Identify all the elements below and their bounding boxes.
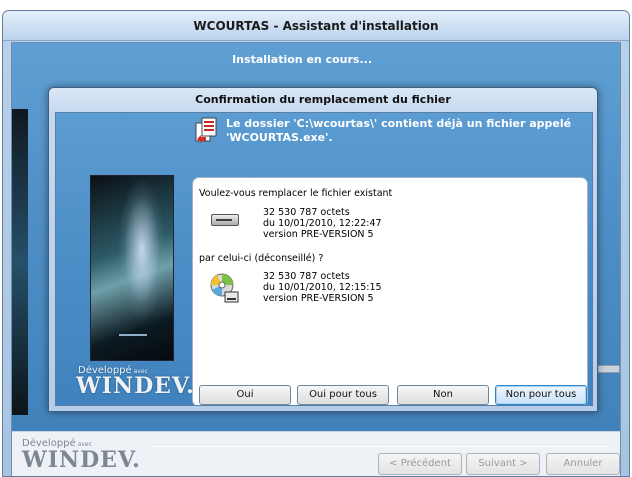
existing-file-question: Voulez-vous remplacer le fichier existan… bbox=[199, 188, 393, 199]
new-file-version: version PRE-VERSION 5 bbox=[263, 293, 374, 304]
footer-separator bbox=[152, 446, 610, 447]
existing-file-date: du 10/01/2010, 12:22:47 bbox=[263, 218, 382, 229]
replace-confirmation-dialog: Confirmation du remplacement du fichier … bbox=[48, 87, 598, 412]
existing-file-version: version PRE-VERSION 5 bbox=[263, 229, 374, 240]
installer-window-title: WCOURTAS - Assistant d'installation bbox=[3, 11, 629, 41]
installation-status: Installation en cours... bbox=[232, 53, 372, 66]
yes-to-all-button[interactable]: Oui pour tous bbox=[297, 385, 389, 405]
cancel-button[interactable]: Annuler bbox=[546, 453, 620, 475]
new-file-question: par celui-ci (déconseillé) ? bbox=[199, 253, 324, 264]
existing-file-info: 32 530 787 octets du 10/01/2010, 12:22:4… bbox=[263, 207, 382, 240]
dialog-title: Confirmation du remplacement du fichier bbox=[49, 88, 597, 112]
new-file-size: 32 530 787 octets bbox=[263, 271, 350, 282]
next-button[interactable]: Suivant > bbox=[466, 453, 540, 475]
installer-side-image bbox=[12, 109, 28, 415]
no-to-all-button[interactable]: Non pour tous bbox=[495, 385, 587, 405]
file-comparison-panel: Voulez-vous remplacer le fichier existan… bbox=[192, 177, 588, 405]
new-file-date: du 10/01/2010, 12:15:15 bbox=[263, 282, 382, 293]
dialog-message: Le dossier 'C:\wcourtas\' contient déjà … bbox=[226, 117, 572, 144]
installer-footer: Développé avec WINDEV. < Précédent Suivan… bbox=[12, 431, 620, 476]
cd-drive-icon bbox=[210, 273, 239, 303]
no-button[interactable]: Non bbox=[397, 385, 489, 405]
dialog-side-image bbox=[90, 175, 174, 361]
hard-drive-icon bbox=[211, 214, 239, 226]
existing-file-size: 32 530 787 octets bbox=[263, 207, 350, 218]
new-file-info: 32 530 787 octets du 10/01/2010, 12:15:1… bbox=[263, 271, 382, 304]
yes-button[interactable]: Oui bbox=[199, 385, 291, 405]
file-replace-icon bbox=[195, 117, 217, 143]
windev-logo: Développé avec WINDEV. bbox=[76, 365, 195, 399]
dialog-body: Le dossier 'C:\wcourtas\' contient déjà … bbox=[55, 112, 593, 406]
previous-button[interactable]: < Précédent bbox=[378, 453, 462, 475]
windev-logo-footer: Développé avec WINDEV. bbox=[22, 438, 141, 473]
